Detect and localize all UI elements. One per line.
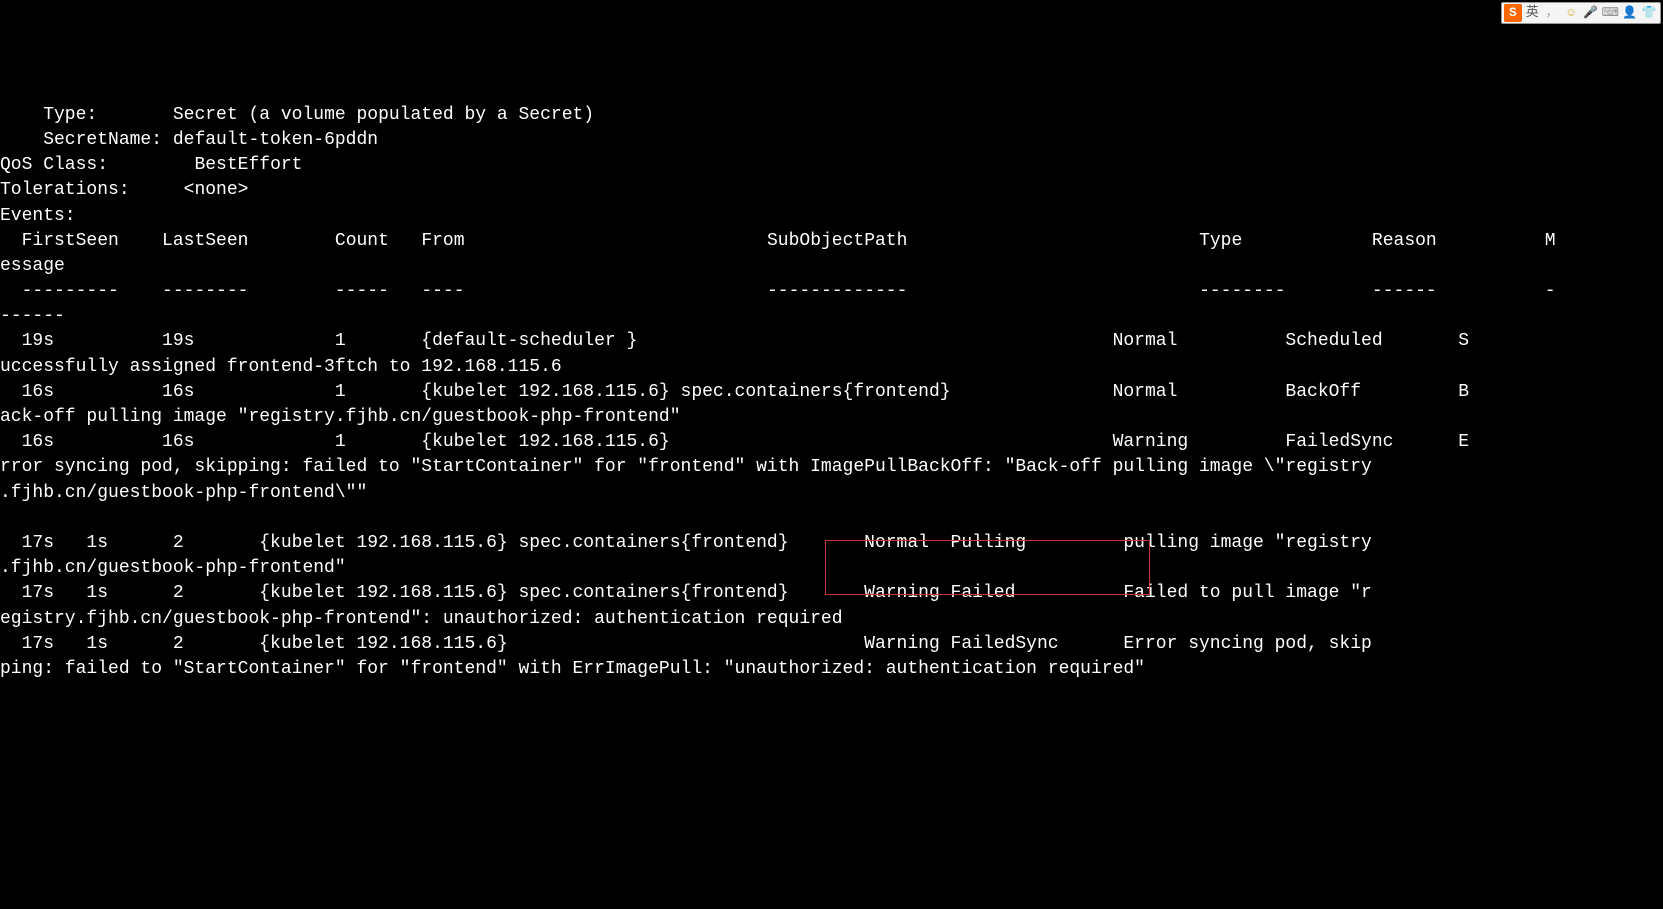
ime-skin-icon[interactable]: 👕 [1641,4,1659,22]
qos-line: QoS Class: BestEffort [0,155,302,175]
events-separator-row: --------- -------- ----- ---- ----------… [0,281,1556,326]
ime-emoji-icon[interactable]: ☺ [1563,4,1581,22]
event-row: 16s 16s 1 {kubelet 192.168.115.6} Warnin… [0,432,1469,502]
event-row: 17s 1s 2 {kubelet 192.168.115.6} Warning… [0,634,1372,679]
events-header-row: FirstSeen LastSeen Count From SubObjectP… [0,231,1556,276]
event-row: 17s 1s 2 {kubelet 192.168.115.6} spec.co… [0,533,1372,578]
ime-language-toggle[interactable]: 英 [1524,4,1542,22]
events-label: Events: [0,206,76,226]
ime-punctuation-icon[interactable]: ， [1543,4,1561,22]
event-row: 16s 16s 1 {kubelet 192.168.115.6} spec.c… [0,382,1469,427]
event-row: 17s 1s 2 {kubelet 192.168.115.6} spec.co… [0,583,1372,628]
event-row: 19s 19s 1 {default-scheduler } Normal Sc… [0,331,1469,376]
ime-toolbar[interactable]: S 英 ， ☺ 🎤 ⌨ 👤 👕 [1501,2,1661,24]
ime-logo-icon[interactable]: S [1504,4,1522,22]
volume-secretname-line: SecretName: default-token-6pddn [0,130,378,150]
ime-account-icon[interactable]: 👤 [1621,4,1639,22]
ime-keyboard-icon[interactable]: ⌨ [1602,4,1620,22]
volume-type-line: Type: Secret (a volume populated by a Se… [0,105,594,125]
ime-microphone-icon[interactable]: 🎤 [1582,4,1600,22]
terminal-output: Type: Secret (a volume populated by a Se… [0,103,1663,682]
tolerations-line: Tolerations: <none> [0,180,248,200]
